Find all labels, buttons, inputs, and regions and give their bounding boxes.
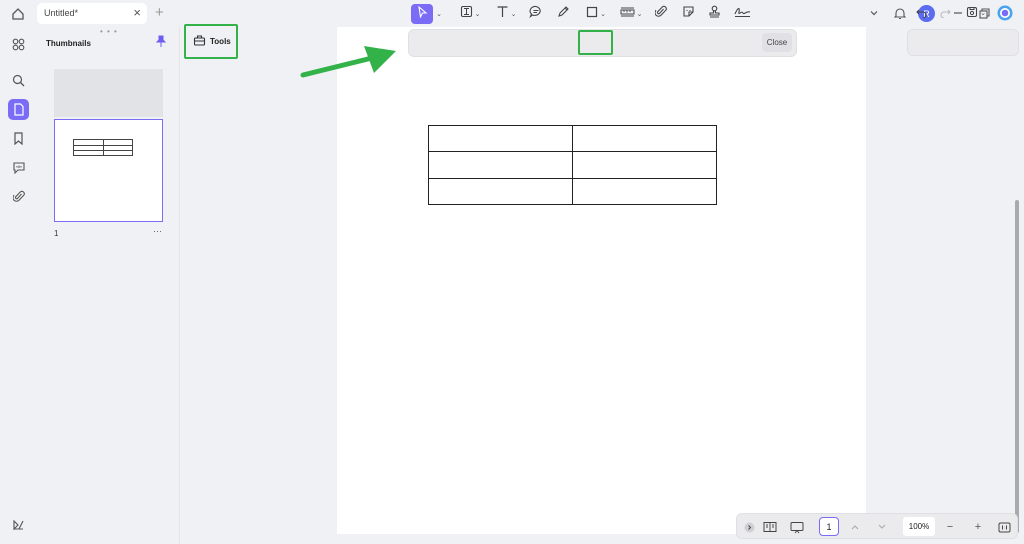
chevron-down-icon: ⌄	[980, 10, 986, 17]
thumbnails-panel: • • • Thumbnails 1 ···	[37, 27, 180, 544]
table-cell[interactable]	[428, 124, 573, 153]
grid-view-icon[interactable]	[8, 34, 29, 55]
expand-arrow-icon[interactable]	[743, 519, 755, 535]
ai-assistant-icon[interactable]	[996, 5, 1013, 21]
ruler-icon	[620, 5, 635, 23]
text-box-tool-button[interactable]: ⌄	[455, 4, 485, 24]
next-page-icon[interactable]	[876, 519, 888, 535]
toolbox-icon	[193, 33, 206, 51]
comment-icon[interactable]	[8, 157, 29, 178]
pencil-icon	[557, 5, 570, 23]
app-window: Untitled* × + R • • • Thumbnails 1 ··· T…	[0, 0, 1024, 544]
attach-tool-button[interactable]	[652, 4, 670, 24]
thumbnail-table-preview	[73, 139, 133, 156]
right-toolbar	[907, 29, 1019, 56]
paperclip-icon	[654, 5, 667, 23]
tab-title: Untitled*	[44, 8, 79, 18]
chevron-down-icon: ⌄	[636, 11, 643, 18]
chevron-down-icon: ⌄	[510, 11, 517, 18]
attachment-icon[interactable]	[8, 186, 29, 207]
measure-tool-button[interactable]: ⌄	[617, 4, 645, 24]
shape-tool-button[interactable]: ⌄	[582, 4, 610, 24]
stamp-icon	[708, 5, 721, 23]
signature-icon	[733, 5, 751, 23]
thumbnail-more-icon[interactable]: ···	[153, 226, 162, 236]
bookmark-icon[interactable]	[8, 128, 29, 149]
speech-bubble-icon	[529, 5, 543, 23]
document-tab[interactable]: Untitled* ×	[37, 3, 147, 24]
highlighter-tool-button[interactable]	[554, 4, 572, 24]
save-icon	[966, 6, 978, 21]
save-menu-button[interactable]: ⌄	[964, 5, 988, 21]
shape-tool-highlight	[578, 30, 613, 55]
tab-close-icon[interactable]: ×	[133, 6, 141, 20]
new-tab-button[interactable]: +	[155, 4, 164, 22]
pin-icon[interactable]	[155, 35, 167, 53]
zoom-out-button[interactable]: −	[944, 519, 956, 535]
table-row	[428, 177, 717, 206]
table-cell[interactable]	[572, 151, 717, 179]
table-row	[428, 124, 717, 153]
chevron-down-icon: ⌄	[474, 11, 481, 18]
left-rail	[0, 27, 37, 544]
select-tool-dropdown[interactable]: ⌄	[434, 4, 442, 24]
bell-icon[interactable]	[892, 5, 908, 21]
panel-title: Thumbnails	[46, 39, 91, 48]
comment-tool-button[interactable]	[527, 4, 545, 24]
previous-page-icon[interactable]	[849, 519, 861, 535]
table-cell[interactable]	[428, 177, 573, 206]
page-number-input[interactable]: 1	[819, 517, 839, 536]
tools-label: Tools	[210, 37, 231, 46]
select-tool-button[interactable]	[411, 4, 433, 24]
thumbnails-page-icon[interactable]	[8, 99, 29, 120]
undo-icon[interactable]	[914, 5, 928, 21]
zoom-in-button[interactable]: +	[972, 519, 984, 535]
document-table[interactable]	[428, 124, 717, 206]
text-box-icon	[460, 5, 473, 23]
table-row	[428, 151, 717, 179]
typewriter-tool-button[interactable]: ⌄	[492, 4, 520, 24]
close-toolbar-button[interactable]: Close	[762, 33, 792, 52]
search-icon[interactable]	[8, 70, 29, 91]
signature-tool-button[interactable]	[731, 4, 753, 24]
vertical-scrollbar[interactable]	[1015, 200, 1019, 533]
thumbnail-page[interactable]	[54, 119, 163, 222]
thumbnail-previous[interactable]	[54, 69, 163, 117]
text-icon	[496, 5, 509, 23]
chevron-down-icon: ⌄	[600, 11, 606, 18]
bottom-bar: 1 100% − +	[736, 513, 1018, 539]
redo-icon[interactable]	[938, 5, 952, 21]
cursor-arrow-icon	[417, 5, 428, 23]
actual-size-icon[interactable]	[997, 519, 1011, 535]
table-cell[interactable]	[428, 151, 573, 179]
stamp-tool-button[interactable]	[705, 4, 723, 24]
sidebar-toggle-icon[interactable]	[8, 514, 29, 535]
sticker-icon	[682, 5, 695, 23]
table-cell[interactable]	[572, 124, 717, 153]
sticker-tool-button[interactable]	[679, 4, 697, 24]
presentation-icon[interactable]	[789, 519, 805, 535]
panel-grip[interactable]: • • •	[100, 27, 118, 36]
green-arrow-icon	[300, 46, 396, 78]
thumbnail-page-number: 1	[54, 229, 59, 238]
document-page[interactable]	[337, 27, 866, 534]
tools-button[interactable]: Tools	[184, 24, 238, 59]
chevron-down-icon[interactable]	[866, 5, 882, 21]
chevron-down-icon: ⌄	[436, 11, 442, 18]
page-layout-icon[interactable]	[762, 519, 778, 535]
table-cell[interactable]	[572, 177, 717, 206]
zoom-level[interactable]: 100%	[903, 517, 935, 536]
home-icon[interactable]	[8, 4, 28, 24]
rectangle-icon	[586, 5, 598, 23]
